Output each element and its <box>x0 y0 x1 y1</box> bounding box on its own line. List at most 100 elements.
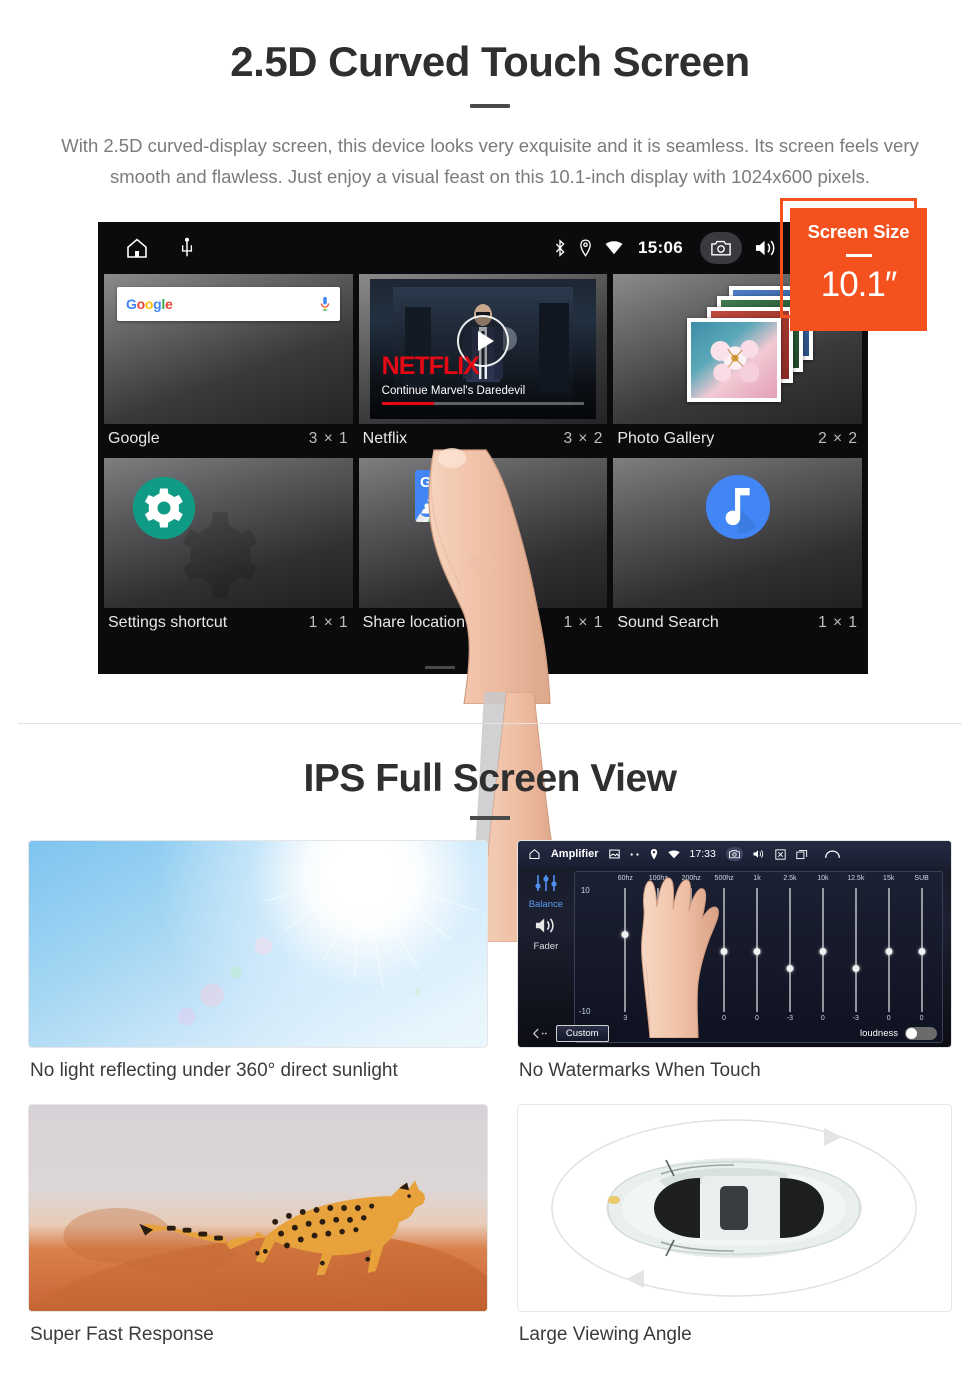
recent-apps-icon[interactable] <box>796 849 808 860</box>
card-caption: Large Viewing Angle <box>518 1324 692 1345</box>
widget-label-row: Photo Gallery 2 × 2 <box>613 424 862 458</box>
section2-title: IPS Full Screen View <box>303 757 677 800</box>
cheetah-scene <box>28 1105 487 1311</box>
android-device-screenshot: 15:06 Google Google 3 × 1 NETFLIX Contin… <box>98 222 868 942</box>
loudness-toggle[interactable] <box>905 1026 937 1040</box>
screen-size-value: 10.1″ <box>820 265 898 304</box>
card-caption: No Watermarks When Touch <box>518 1060 761 1081</box>
close-box-icon[interactable] <box>775 848 786 860</box>
google-search-widget[interactable]: Google <box>104 274 353 424</box>
widget-share-location[interactable]: G Share location 1 × 1 <box>358 458 608 642</box>
volume-icon[interactable] <box>753 849 765 859</box>
section1-description: With 2.5D curved-display screen, this de… <box>61 135 919 187</box>
widget-label-row: Google 3 × 1 <box>104 424 353 458</box>
card-viewing-angle: Large Viewing Angle <box>516 1104 952 1346</box>
car-top-view-diagram <box>516 1104 952 1312</box>
title-underline-rule <box>470 104 510 108</box>
feature-card-row-2: Super Fast Response Large Viewing Angle <box>0 1104 980 1346</box>
widget-name: Google <box>108 430 160 447</box>
eq-slider <box>773 888 806 1012</box>
microphone-icon[interactable] <box>319 296 331 312</box>
widget-row-1: Google Google 3 × 1 NETFLIX Continue Mar… <box>104 274 863 458</box>
maps-icon: G <box>414 470 467 522</box>
screen-size-badge: Screen Size 10.1″ <box>790 208 927 331</box>
speaker-icon[interactable] <box>535 916 557 935</box>
widget-label-row: Settings shortcut 1 × 1 <box>104 608 353 642</box>
eq-band-label: SUB <box>914 875 929 882</box>
widget-size: 2 × 2 <box>818 430 859 447</box>
eq-scale-bottom: -10 <box>578 1007 591 1016</box>
widget-name: Settings shortcut <box>108 614 228 631</box>
back-arrow-icon[interactable] <box>532 1028 548 1039</box>
sunlight-sky-photo <box>28 840 488 1048</box>
balance-label[interactable]: Balance <box>518 899 574 910</box>
sun-rays <box>177 874 478 1026</box>
netflix-brand: NETFLIX <box>381 352 480 380</box>
amplifier-screen: Amplifier 17:33 Balance Fader 60hz 100hz… <box>517 841 951 1047</box>
page-dot-1[interactable] <box>425 666 455 669</box>
google-logo: Google <box>126 296 173 312</box>
image-icon <box>608 849 620 859</box>
eq-slider <box>806 888 839 1012</box>
section-divider <box>18 723 962 724</box>
android-home-screen: 15:06 Google Google 3 × 1 NETFLIX Contin… <box>98 222 868 674</box>
back-arrow-icon[interactable] <box>824 849 841 860</box>
fader-label[interactable]: Fader <box>518 941 574 952</box>
eq-slider <box>872 888 905 1012</box>
rotation-arrow-bottom <box>626 1270 645 1288</box>
widget-size: 3 × 2 <box>563 430 604 447</box>
bluetooth-icon <box>554 239 566 257</box>
gear-icon <box>132 476 196 540</box>
status-bar-time: 15:06 <box>638 238 683 257</box>
google-search-bar[interactable]: Google <box>117 287 340 321</box>
page-dot-2[interactable] <box>468 666 498 669</box>
preset-button[interactable]: Custom <box>555 1024 609 1042</box>
android-status-bar: 15:06 <box>98 222 868 274</box>
home-icon[interactable] <box>528 848 541 860</box>
page-indicator[interactable] <box>425 666 541 669</box>
amplifier-sidebar: Balance Fader <box>518 867 574 1047</box>
loudness-label: loudness <box>859 1027 898 1039</box>
section2-underline-rule <box>470 816 510 820</box>
eq-scale: 10 -10 <box>579 886 607 1016</box>
home-icon[interactable] <box>124 236 150 260</box>
widget-google[interactable]: Google Google 3 × 1 <box>104 274 353 458</box>
loudness-control[interactable]: loudness <box>859 1026 937 1040</box>
photo-front-blossom <box>687 318 782 402</box>
netflix-artwork: NETFLIX Continue Marvel's Daredevil <box>369 279 597 419</box>
widget-sound-search[interactable]: Sound Search 1 × 1 <box>613 458 863 642</box>
widget-size: 1 × 1 <box>818 614 859 631</box>
eq-scale-top: 10 <box>580 886 590 895</box>
lens-flare <box>177 937 422 1026</box>
widget-label-row: Netflix 3 × 2 <box>359 424 608 458</box>
widget-settings-shortcut[interactable]: Settings shortcut 1 × 1 <box>104 458 353 642</box>
settings-gear-widget[interactable] <box>104 458 353 608</box>
camera-icon[interactable] <box>700 232 742 264</box>
hand-on-equalizer-illustration <box>640 877 719 1038</box>
feature-cards: No light reflecting under 360° direct su… <box>0 840 980 1346</box>
eq-slider <box>839 888 872 1012</box>
location-icon <box>579 239 592 257</box>
widget-name: Photo Gallery <box>617 430 715 447</box>
card-caption: Super Fast Response <box>30 1324 214 1345</box>
widget-netflix[interactable]: NETFLIX Continue Marvel's Daredevil Netf… <box>358 274 608 458</box>
more-dots-icon <box>630 852 640 857</box>
netflix-progress-bar <box>381 402 585 405</box>
svg-text:G: G <box>420 474 432 491</box>
page-dot-3-active[interactable] <box>511 666 541 669</box>
product-feature-page: 2.5D Curved Touch Screen With 2.5D curve… <box>0 0 980 1394</box>
usb-icon <box>180 237 194 259</box>
volume-icon[interactable] <box>755 238 778 258</box>
netflix-widget[interactable]: NETFLIX Continue Marvel's Daredevil <box>358 274 608 424</box>
amplifier-equalizer-screenshot: Amplifier 17:33 Balance Fader 60hz 100hz… <box>516 840 952 1048</box>
sliders-icon[interactable] <box>533 873 559 893</box>
widget-size: 1 × 1 <box>563 614 604 631</box>
camera-icon[interactable] <box>725 847 743 861</box>
google-maps-widget[interactable]: G <box>358 458 608 608</box>
widget-name: Sound Search <box>617 614 719 631</box>
wifi-icon <box>605 240 623 256</box>
car-top-view-svg <box>551 1119 918 1297</box>
sound-search-widget[interactable] <box>613 458 863 608</box>
feature-card-row-1: No light reflecting under 360° direct su… <box>0 840 980 1082</box>
card-fast-response: Super Fast Response <box>28 1104 488 1346</box>
